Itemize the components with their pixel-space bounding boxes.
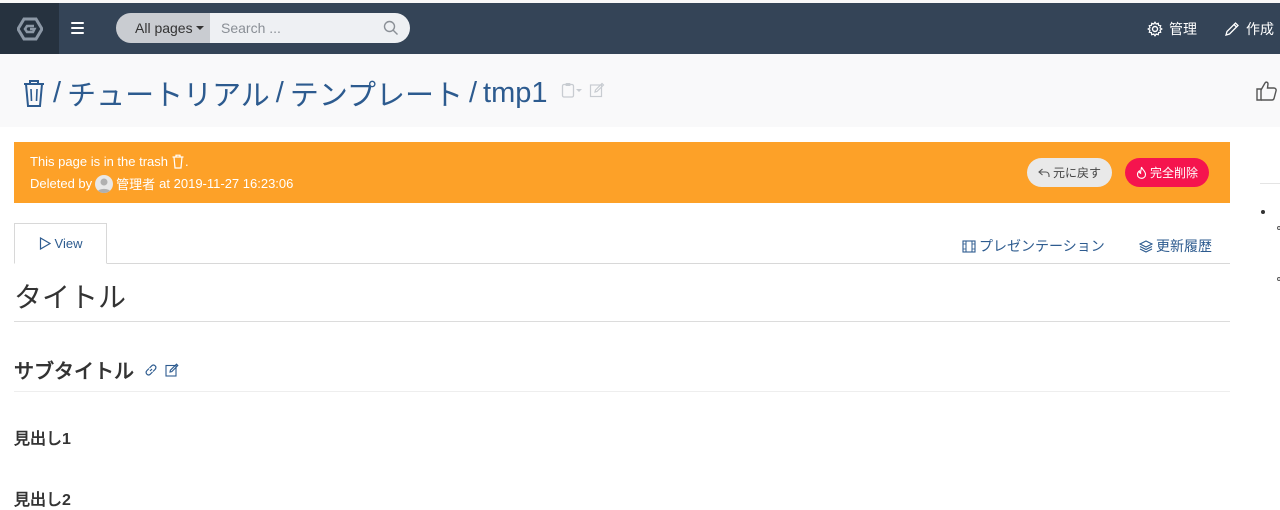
trash-alert-text: This page is in the trash [30,154,169,169]
hamburger-icon [71,22,84,24]
toc-bullet [1261,210,1265,214]
search-bar: All pages [116,13,410,43]
restore-button[interactable]: 元に戻す [1027,158,1112,187]
heading-2-rule [14,391,1230,392]
breadcrumb-separator: / [468,76,478,109]
title-tools [561,82,605,98]
deleted-by-user[interactable]: 管理者 [116,174,155,193]
avatar [95,174,114,193]
sidebar-divider [1260,183,1280,184]
caret-down-icon [195,26,204,30]
logo[interactable] [0,3,59,54]
layers-icon [1139,239,1153,253]
admin-link[interactable]: 管理 [1147,3,1197,54]
logo-icon [16,17,43,40]
breadcrumb-item-template[interactable]: テンプレート [290,72,463,114]
film-icon [962,239,976,253]
user-icon [97,178,112,193]
fire-icon [1136,166,1147,179]
navbar: All pages 管理 作成 [0,3,1280,54]
presentation-label: プレゼンテーション [979,238,1105,254]
content-heading-2: サブタイトル [14,355,179,384]
create-button[interactable]: 作成 [1224,3,1274,54]
heading-1-rule [14,321,1230,322]
deleted-by-label: Deleted by [30,176,93,191]
edit-icon[interactable] [589,82,605,98]
content-heading-2-text: サブタイトル [14,361,134,383]
search-input[interactable] [210,13,410,43]
delete-completely-label: 完全削除 [1149,166,1198,180]
pencil-icon [1225,21,1239,36]
trash-alert-suffix: . [185,154,189,169]
link-icon[interactable] [144,363,158,377]
trash-alert: This page is in the trash . Deleted by 管… [14,142,1230,203]
search-scope-label: All pages [135,20,193,36]
history-label: 更新履歴 [1156,238,1212,254]
search-scope-dropdown[interactable]: All pages [116,13,210,43]
tab-view[interactable]: View [14,223,107,264]
thumbs-up-icon[interactable] [1256,80,1280,102]
menu-toggle-button[interactable] [71,19,89,37]
content-heading-3: 見出し2 [14,492,71,509]
content-heading-1: タイトル [14,282,127,313]
breadcrumb-item-tmp1[interactable]: tmp1 [483,77,547,110]
gear-icon [1147,20,1163,37]
delete-completely-button[interactable]: 完全削除 [1125,158,1209,187]
breadcrumb-separator: / [53,76,62,109]
tabs-divider [14,263,1230,264]
page-header: / チュートリアル / テンプレート / tmp1 [0,54,1280,127]
history-link[interactable]: 更新履歴 [1139,236,1212,256]
tab-view-label: View [54,236,83,251]
create-label: 作成 [1246,20,1274,37]
deleted-at: at 2019-11-27 16:23:06 [159,176,294,191]
clipboard-icon[interactable] [561,82,583,98]
trash-icon[interactable] [21,78,47,108]
trash-icon [172,154,184,169]
breadcrumb-item-tutorial[interactable]: チュートリアル [67,72,270,114]
presentation-link[interactable]: プレゼンテーション [962,236,1105,256]
edit-icon[interactable] [165,362,179,377]
content-heading-3: 見出し1 [14,431,71,448]
restore-label: 元に戻す [1052,166,1101,180]
heading-tools [144,362,179,377]
admin-label: 管理 [1169,20,1197,37]
play-icon [39,237,51,250]
trash-alert-message: This page is in the trash . [30,154,189,169]
breadcrumb-separator: / [275,76,284,109]
undo-icon [1038,168,1050,177]
deleted-by-info: Deleted by 管理者 at 2019-11-27 16:23:06 [30,174,293,193]
search-icon[interactable] [383,20,399,36]
breadcrumb: / チュートリアル / テンプレート / tmp1 [21,72,548,114]
